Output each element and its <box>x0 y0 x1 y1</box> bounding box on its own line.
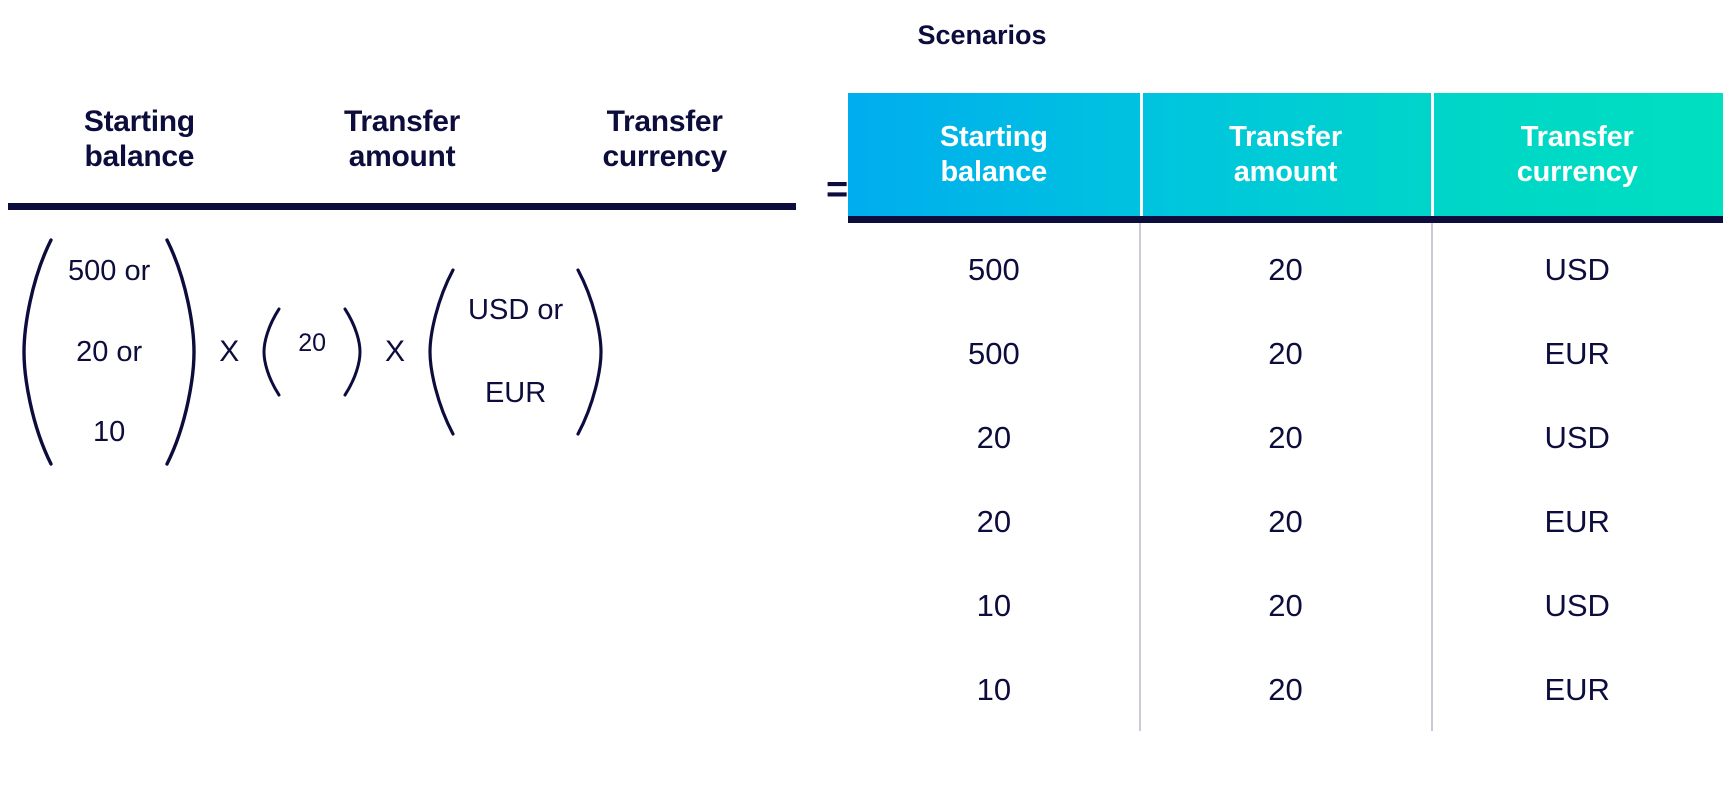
column-header-transfer-currency-line2: currency <box>1516 155 1638 188</box>
vector-starting-balance-items: 500 or 20 or 10 <box>56 257 162 447</box>
vector-item: EUR <box>484 377 547 409</box>
cell-transfer-currency: EUR <box>1544 671 1610 707</box>
column-header-starting-balance-line2: balance <box>940 155 1048 188</box>
table-row: 500 20 EUR <box>848 311 1723 395</box>
cell-starting-balance: 10 <box>976 671 1012 707</box>
table-header-row: Starting balance Transfer amount Transfe… <box>848 93 1723 216</box>
vector-transfer-currency: USD or EUR <box>426 266 605 438</box>
table-body: 500 20 USD 500 20 EUR 20 20 USD 20 20 EU… <box>848 223 1723 731</box>
column-divider-2 <box>1431 223 1433 731</box>
column-header-transfer-amount: Transfer amount <box>1139 93 1432 216</box>
cell-transfer-currency: EUR <box>1544 335 1610 371</box>
cell-starting-balance: 500 <box>967 251 1020 287</box>
scenarios-title: Scenarios <box>917 20 1047 50</box>
table-header-rule <box>848 216 1723 223</box>
table-row: 10 20 EUR <box>848 647 1723 731</box>
formula-header-transfer-amount-line1: Transfer <box>344 105 460 138</box>
cell-transfer-currency: USD <box>1544 419 1610 455</box>
formula-header-transfer-currency: Transfer currency <box>533 104 796 175</box>
formula-header-starting-balance: Starting balance <box>8 104 271 175</box>
table-row: 500 20 USD <box>848 227 1723 311</box>
multiply-operator-1: X <box>219 335 240 368</box>
cell-transfer-currency: EUR <box>1544 503 1610 539</box>
formula-header-rule <box>8 203 796 210</box>
left-parenthesis-icon <box>426 266 458 438</box>
vector-transfer-currency-items: USD or EUR <box>458 296 573 408</box>
vector-transfer-amount: 20 <box>260 306 364 398</box>
cell-transfer-currency: USD <box>1544 251 1610 287</box>
column-header-transfer-amount-line1: Transfer <box>1229 121 1342 154</box>
cell-transfer-amount: 20 <box>1268 671 1303 707</box>
right-parenthesis-icon <box>162 236 198 468</box>
scenarios-table: Starting balance Transfer amount Transfe… <box>848 93 1723 731</box>
vector-item: 500 or <box>68 255 151 287</box>
vector-item: 20 <box>298 329 327 357</box>
cell-transfer-currency: USD <box>1544 587 1610 623</box>
formula-header-starting-balance-line2: balance <box>84 140 195 174</box>
right-parenthesis-icon <box>573 266 605 438</box>
column-header-transfer-currency: Transfer currency <box>1431 93 1723 216</box>
scenarios-block: Scenarios Starting balance Transfer amou… <box>848 0 1723 809</box>
formula-block: Starting balance Transfer amount Transfe… <box>0 0 860 809</box>
vector-item: 20 or <box>76 335 143 368</box>
formula-header-transfer-amount: Transfer amount <box>271 104 534 175</box>
cell-transfer-amount: 20 <box>1268 419 1303 455</box>
formula-header-transfer-currency-line1: Transfer <box>606 105 723 138</box>
cell-transfer-amount: 20 <box>1268 251 1303 287</box>
cell-transfer-amount: 20 <box>1268 335 1303 371</box>
formula-column-headers: Starting balance Transfer amount Transfe… <box>8 104 796 175</box>
left-parenthesis-icon <box>20 236 56 468</box>
column-header-transfer-currency-line1: Transfer <box>1520 121 1634 154</box>
vector-transfer-amount-items: 20 <box>284 331 340 373</box>
vector-item: 10 <box>92 416 126 448</box>
column-divider-1 <box>1139 223 1141 731</box>
formula-header-starting-balance-line1: Starting <box>83 105 195 138</box>
column-header-transfer-amount-line2: amount <box>1233 155 1338 188</box>
column-header-starting-balance-line1: Starting <box>939 121 1048 154</box>
formula-expression: 500 or 20 or 10 X 20 X USD or EUR <box>20 232 780 472</box>
table-row: 20 20 USD <box>848 395 1723 479</box>
cell-starting-balance: 500 <box>967 335 1020 371</box>
formula-header-transfer-currency-line2: currency <box>602 140 728 174</box>
formula-header-transfer-amount-line2: amount <box>348 140 456 174</box>
cell-starting-balance: 20 <box>976 419 1012 455</box>
table-row: 20 20 EUR <box>848 479 1723 563</box>
equals-sign: = <box>826 169 849 211</box>
column-header-starting-balance: Starting balance <box>848 93 1140 216</box>
cell-transfer-amount: 20 <box>1268 503 1303 539</box>
vector-starting-balance: 500 or 20 or 10 <box>20 236 198 468</box>
cell-starting-balance: 20 <box>976 503 1012 539</box>
multiply-operator-2: X <box>385 335 406 368</box>
table-row: 10 20 USD <box>848 563 1723 647</box>
left-parenthesis-icon <box>260 306 284 398</box>
vector-item: USD or <box>468 294 564 326</box>
right-parenthesis-icon <box>340 306 364 398</box>
cell-transfer-amount: 20 <box>1268 587 1303 623</box>
cell-starting-balance: 10 <box>976 587 1012 623</box>
